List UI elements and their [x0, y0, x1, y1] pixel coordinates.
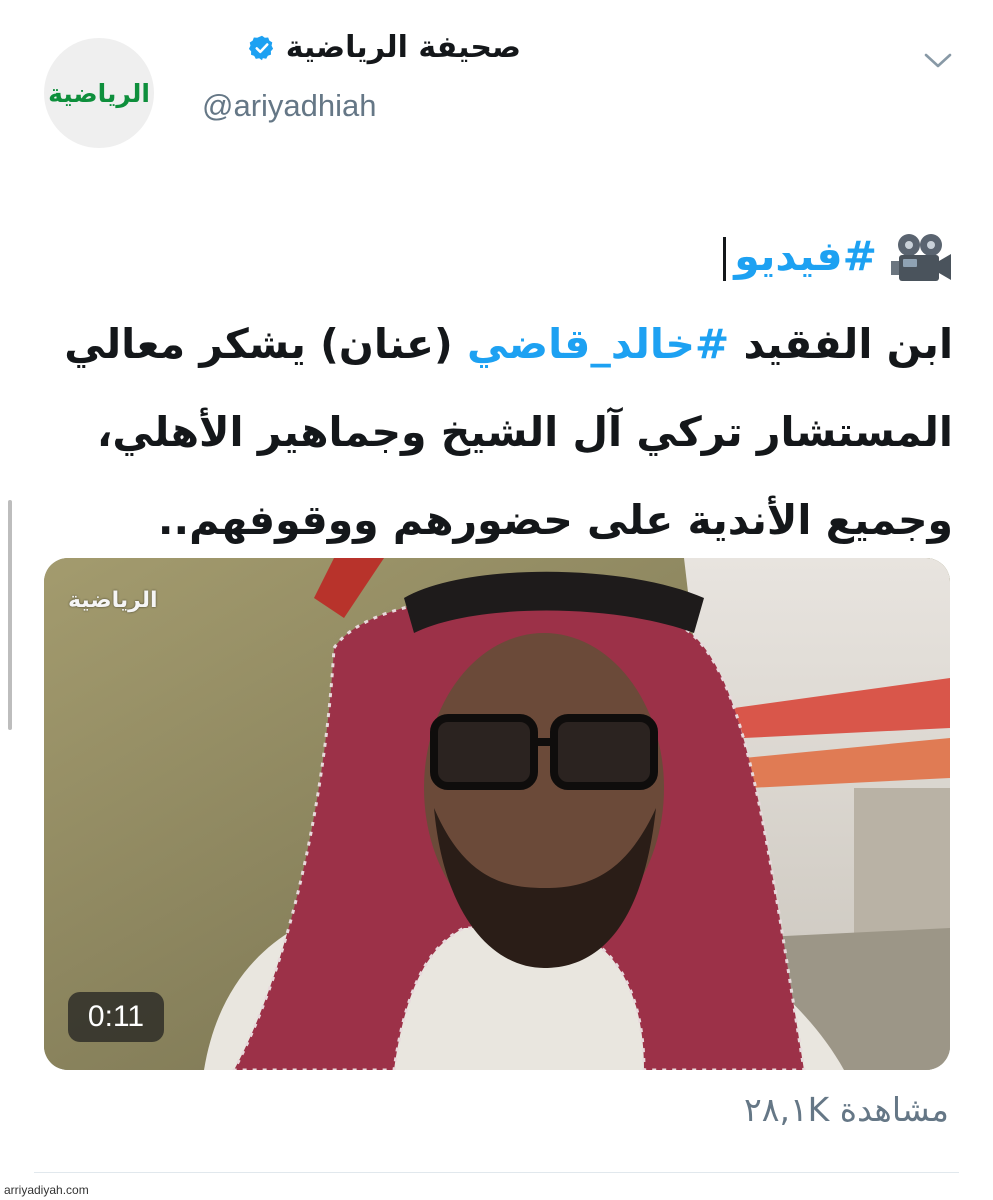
text-cursor: [723, 237, 727, 281]
tweet-line-4: وجميع الأندية على حضورهم ووقوفهم..: [157, 496, 953, 544]
chevron-down-icon[interactable]: [923, 50, 953, 72]
view-count: مشاهدة ٢٨,١K: [744, 1090, 949, 1129]
hashtag-khaled-qadi[interactable]: #خالد_قاضي: [467, 320, 729, 368]
video-watermark: الرياضية: [68, 588, 158, 613]
movie-camera-icon: [891, 234, 951, 281]
scrollbar[interactable]: [8, 500, 12, 730]
video-duration-badge: 0:11: [68, 992, 164, 1042]
tweet-line-3: المستشار تركي آل الشيخ وجماهير الأهلي،: [96, 408, 953, 456]
avatar[interactable]: الرياضية: [44, 38, 154, 148]
site-credit: arriyadiyah.com: [4, 1183, 89, 1197]
avatar-logo: الرياضية: [48, 78, 151, 108]
display-name-row[interactable]: صحيفة الرياضية: [248, 30, 521, 65]
video-player[interactable]: الرياضية 0:11: [44, 558, 950, 1070]
user-handle[interactable]: @ariyadhiah: [202, 88, 377, 124]
tweet-line-1: #فيديو: [53, 212, 953, 300]
verified-badge-icon: [248, 35, 273, 60]
video-thumbnail: [44, 558, 950, 1070]
display-name[interactable]: صحيفة الرياضية: [286, 30, 521, 65]
tweet-line-2-part-1: ابن الفقيد: [729, 320, 953, 368]
tweet-text: #فيديو ابن الفقيد #خالد_قاضي (عنان) يشكر…: [53, 212, 953, 564]
hashtag-video[interactable]: #فيديو: [734, 232, 877, 280]
tweet-line-2-part-2: (عنان) يشكر معالي: [64, 320, 467, 368]
divider: [34, 1172, 959, 1173]
tweet-line-2: ابن الفقيد #خالد_قاضي (عنان) يشكر معالي: [53, 300, 953, 388]
